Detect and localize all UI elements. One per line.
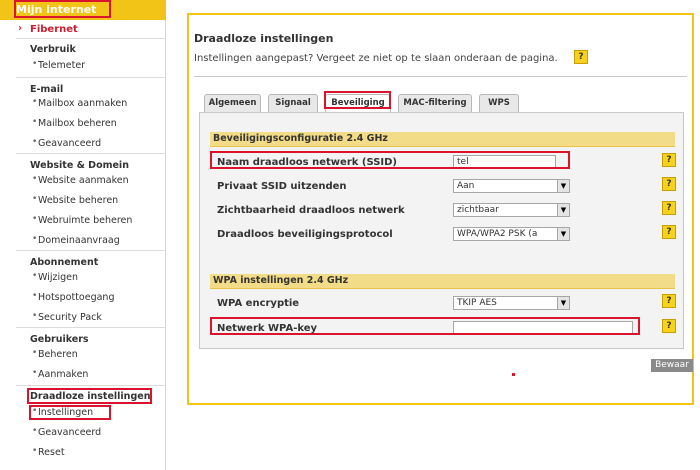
page-title: Draadloze instellingen (194, 32, 334, 45)
beveiligingsprotocol-select[interactable]: WPA/WPA2 PSK (a ▼ (453, 227, 570, 241)
sidebar-item-label: Hotspottoegang (38, 292, 115, 303)
sidebar-item-aanmaken[interactable]: • Aanmaken (0, 365, 166, 385)
bullet-icon: • (32, 97, 38, 107)
select-value: TKIP AES (457, 298, 497, 308)
sidebar-item-beheren[interactable]: • Beheren (0, 345, 166, 365)
sidebar-item-security-pack[interactable]: • Security Pack (0, 308, 166, 328)
sidebar-item-label: Website beheren (38, 195, 119, 206)
divider (194, 76, 687, 77)
sidebar-item-label: Geavanceerd (38, 427, 102, 438)
highlight-box-draadloze-instellingen (27, 388, 152, 404)
select-value: Aan (457, 181, 475, 191)
main-content: Draadloze instellingen Instellingen aang… (187, 13, 694, 405)
sidebar-item-website-aanmaken[interactable]: • Website aanmaken (0, 171, 166, 191)
chevron-down-icon: ▼ (557, 228, 569, 240)
zichtbaarheid-select[interactable]: zichtbaar ▼ (453, 203, 570, 217)
sidebar-item-label: Reset (38, 447, 65, 458)
tab-algemeen[interactable]: Algemeen (204, 94, 261, 112)
bullet-icon: • (32, 311, 38, 321)
sidebar-item-reset[interactable]: • Reset (0, 443, 166, 463)
help-icon[interactable]: ? (662, 201, 676, 215)
sidebar-item-label: Aanmaken (38, 369, 89, 380)
sidebar-group-title: Gebruikers (30, 334, 89, 345)
sidebar-item-label: Security Pack (38, 312, 102, 323)
label-beveiligingsprotocol: Draadloos beveiligingsprotocol (217, 229, 393, 240)
sidebar-item-email-geavanceerd[interactable]: • Geavanceerd (0, 134, 166, 154)
sidebar-item-webruimte-beheren[interactable]: • Webruimte beheren (0, 211, 166, 231)
highlight-box-instellingen (29, 405, 111, 420)
help-icon[interactable]: ? (574, 50, 588, 64)
sidebar-group-title: Abonnement (30, 257, 99, 268)
sidebar-group-title: Website & Domein (30, 160, 129, 171)
highlight-box-ssid (210, 151, 570, 169)
sidebar-item-domeinaanvraag[interactable]: • Domeinaanvraag (0, 231, 166, 251)
highlight-box-mijn-internet (14, 0, 111, 18)
bullet-icon: • (32, 117, 38, 127)
sidebar-item-label: Mailbox beheren (38, 118, 117, 129)
highlight-box-wpa-key (210, 317, 640, 335)
tab-wps[interactable]: WPS (479, 94, 519, 112)
label-wpa-encryptie: WPA encryptie (217, 298, 300, 309)
bullet-icon: • (32, 194, 38, 204)
privaat-ssid-select[interactable]: Aan ▼ (453, 179, 570, 193)
help-icon[interactable]: ? (662, 319, 676, 333)
bullet-icon: • (32, 426, 38, 436)
bullet-icon: • (32, 348, 38, 358)
sidebar-item-fibernet[interactable]: › Fibernet (0, 20, 166, 40)
bullet-icon: • (32, 368, 38, 378)
bullet-icon: • (32, 271, 38, 281)
sidebar-item-mailbox-beheren[interactable]: • Mailbox beheren (0, 114, 166, 134)
sidebar-item-wijzigen[interactable]: • Wijzigen (0, 268, 166, 288)
red-marker (512, 373, 515, 376)
bullet-icon: • (32, 446, 38, 456)
sidebar-item-label: Wijzigen (38, 272, 78, 283)
sidebar-item-label: Fibernet (30, 24, 78, 35)
sidebar-item-draadloos-geavanceerd[interactable]: • Geavanceerd (0, 423, 166, 443)
sidebar-item-mailbox-aanmaken[interactable]: • Mailbox aanmaken (0, 94, 166, 114)
sidebar-group-title: Verbruik (30, 44, 76, 55)
chevron-right-icon: › (18, 23, 23, 34)
label-privaat-ssid: Privaat SSID uitzenden (217, 181, 347, 192)
tab-signaal[interactable]: Signaal (268, 94, 318, 112)
help-icon[interactable]: ? (662, 225, 676, 239)
help-icon[interactable]: ? (662, 153, 676, 167)
help-icon[interactable]: ? (662, 294, 676, 308)
bullet-icon: • (32, 137, 38, 147)
help-icon[interactable]: ? (662, 177, 676, 191)
bullet-icon: • (32, 214, 38, 224)
bullet-icon: • (32, 174, 38, 184)
sidebar-item-label: Telemeter (38, 60, 86, 71)
sidebar-item-label: Domeinaanvraag (38, 235, 120, 246)
highlight-box-beveiliging (324, 91, 391, 109)
save-button[interactable]: Bewaar (651, 359, 693, 372)
section-title-beveiligingsconfiguratie: Beveiligingsconfiguratie 2.4 GHz (210, 132, 675, 146)
select-value: WPA/WPA2 PSK (a (457, 229, 538, 239)
chevron-down-icon: ▼ (557, 204, 569, 216)
bullet-icon: • (32, 291, 38, 301)
sidebar-item-label: Webruimte beheren (38, 215, 133, 226)
sidebar-item-label: Mailbox aanmaken (38, 98, 128, 109)
bullet-icon: • (32, 234, 38, 244)
sidebar-item-label: Geavanceerd (38, 138, 102, 149)
bullet-icon: • (32, 59, 38, 69)
wpa-encryptie-select[interactable]: TKIP AES ▼ (453, 296, 570, 310)
sidebar: Mijn internet › Fibernet Verbruik • Tele… (0, 0, 166, 470)
section-title-wpa-instellingen: WPA instellingen 2.4 GHz (210, 274, 675, 288)
sidebar-item-label: Website aanmaken (38, 175, 129, 186)
page-subtitle: Instellingen aangepast? Vergeet ze niet … (194, 53, 558, 64)
sidebar-item-hotspottoegang[interactable]: • Hotspottoegang (0, 288, 166, 308)
tab-mac-filtering[interactable]: MAC-filtering (398, 94, 472, 112)
sidebar-item-website-beheren[interactable]: • Website beheren (0, 191, 166, 211)
sidebar-item-label: Beheren (38, 349, 78, 360)
chevron-down-icon: ▼ (557, 180, 569, 192)
settings-panel: Beveiligingsconfiguratie 2.4 GHz Naam dr… (199, 112, 684, 349)
label-zichtbaarheid: Zichtbaarheid draadloos netwerk (217, 205, 405, 216)
chevron-down-icon: ▼ (557, 297, 569, 309)
sidebar-item-telemeter[interactable]: • Telemeter (0, 56, 166, 76)
select-value: zichtbaar (457, 205, 499, 215)
